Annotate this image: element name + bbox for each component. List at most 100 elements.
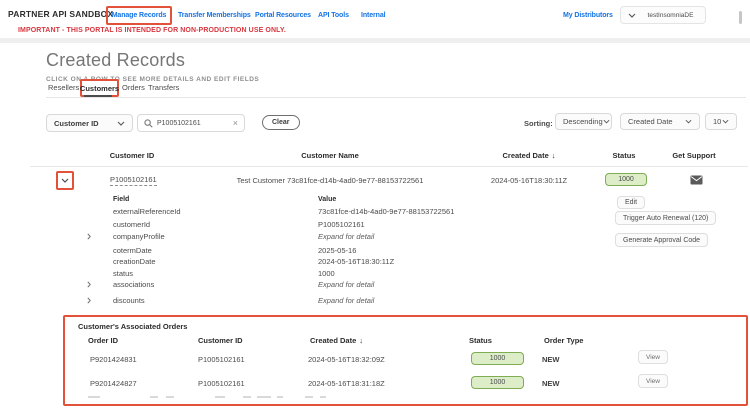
clear-button-label: Clear: [272, 119, 290, 126]
order-customer-id: P1005102161: [198, 379, 245, 388]
chevron-down-icon: [628, 13, 636, 18]
detail-value: 2025-05-16: [318, 246, 356, 255]
detail-field: status: [113, 269, 133, 278]
header-divider: [0, 38, 750, 43]
record-created-date: 2024-05-16T18:30:11Z: [491, 176, 567, 185]
chevron-right-icon[interactable]: [87, 233, 91, 240]
chevron-down-icon: [603, 119, 610, 124]
chevron-down-icon: [722, 119, 729, 124]
view-order-button[interactable]: View: [638, 350, 668, 364]
search-box[interactable]: ×: [137, 114, 245, 132]
order-created-date: 2024-05-16T18:32:09Z: [308, 355, 385, 364]
order-status-badge: 1000: [471, 376, 524, 389]
detail-value-expand-hint: Expand for detail: [318, 280, 374, 289]
associated-orders-title: Customer's Associated Orders: [78, 322, 187, 331]
page-size-value: 10: [713, 117, 721, 126]
status-badge: 1000: [605, 173, 647, 186]
search-field-selected: Customer ID: [54, 119, 99, 128]
order-customer-id: P1005102161: [198, 355, 245, 364]
col-header-customer-id: Customer ID: [110, 151, 155, 160]
detail-value: P1005102161: [318, 220, 365, 229]
nav-transfer-memberships[interactable]: Transfer Memberships: [178, 12, 251, 19]
created-date-header-label: Created Date: [502, 151, 548, 160]
sort-direction-select[interactable]: Descending: [555, 113, 612, 130]
get-support-envelope-icon[interactable]: [690, 175, 703, 185]
order-status-badge: 1000: [471, 352, 524, 365]
distributor-select[interactable]: testInsomniaDE: [620, 6, 706, 24]
detail-value: 73c81fce-d14b-4ad0-9e77-88153722561: [318, 207, 454, 216]
tab-resellers[interactable]: Resellers: [48, 83, 79, 92]
generate-approval-code-button[interactable]: Generate Approval Code: [615, 233, 708, 247]
search-icon: [144, 119, 153, 128]
record-customer-name: Test Customer 73c81fce-d14b-4ad0-9e77-88…: [237, 176, 424, 185]
detail-value: 2024-05-16T18:30:11Z: [318, 257, 394, 266]
row-expand-chevron[interactable]: [56, 171, 74, 190]
order-type: NEW: [542, 355, 560, 364]
detail-value-expand-hint: Expand for detail: [318, 296, 374, 305]
orders-col-created-date[interactable]: Created Date↓: [310, 336, 363, 345]
chevron-down-icon: [685, 119, 692, 124]
detail-field: creationDate: [113, 257, 156, 266]
detail-value: 1000: [318, 269, 335, 278]
detail-field-expandable[interactable]: discounts: [113, 296, 145, 305]
detail-field-expandable[interactable]: associations: [113, 280, 154, 289]
orders-col-order-id: Order ID: [88, 336, 118, 345]
partner-api-sandbox-app: PARTNER API SANDBOX Manage Records Trans…: [0, 0, 750, 408]
chevron-down-icon: [61, 178, 69, 183]
nav-internal[interactable]: Internal: [361, 12, 385, 19]
col-header-customer-name: Customer Name: [301, 151, 359, 160]
nav-manage-records-label: Manage Records: [112, 12, 167, 19]
tab-orders[interactable]: Orders: [122, 83, 145, 92]
orders-col-status: Status: [469, 336, 492, 345]
col-header-status: Status: [613, 151, 636, 160]
tab-transfers[interactable]: Transfers: [148, 83, 179, 92]
clear-button[interactable]: Clear: [262, 115, 300, 130]
app-brand: PARTNER API SANDBOX: [8, 9, 113, 19]
edit-button[interactable]: Edit: [617, 196, 645, 209]
associated-orders-section: Customer's Associated Orders Order ID Cu…: [63, 315, 748, 406]
distributor-selected-value: testInsomniaDE: [636, 12, 705, 19]
record-customer-id-link[interactable]: P1005102161: [110, 175, 157, 186]
order-type: NEW: [542, 379, 560, 388]
detail-field-header: Field: [113, 196, 129, 203]
table-header-divider: [30, 166, 748, 167]
detail-field: cotermDate: [113, 246, 152, 255]
detail-value-header: Value: [318, 196, 336, 203]
detail-field-expandable[interactable]: companyProfile: [113, 232, 165, 241]
search-field-select[interactable]: Customer ID: [46, 114, 133, 132]
sort-field-value: Created Date: [628, 117, 673, 126]
view-order-button[interactable]: View: [638, 374, 668, 388]
nav-api-tools[interactable]: API Tools: [318, 12, 349, 19]
col-header-get-support: Get Support: [672, 151, 715, 160]
order-id: P9201424831: [90, 355, 137, 364]
sort-direction-value: Descending: [563, 117, 603, 126]
page-subtitle: CLICK ON A ROW TO SEE MORE DETAILS AND E…: [46, 76, 259, 83]
sort-field-select[interactable]: Created Date: [620, 113, 700, 130]
tab-customers-label: Customers: [80, 84, 119, 93]
sort-desc-icon: ↓: [552, 151, 556, 160]
scrollbar-thumb[interactable]: [739, 11, 742, 24]
nav-portal-resources[interactable]: Portal Resources: [255, 12, 311, 19]
nav-my-distributors[interactable]: My Distributors: [563, 12, 613, 19]
order-id: P9201424827: [90, 379, 137, 388]
order-created-date: 2024-05-16T18:31:18Z: [308, 379, 385, 388]
orders-col-customer-id: Customer ID: [198, 336, 243, 345]
detail-value-expand-hint: Expand for detail: [318, 232, 374, 241]
tabs-divider: [46, 97, 746, 98]
chevron-right-icon[interactable]: [87, 297, 91, 304]
sort-desc-icon: ↓: [359, 336, 363, 345]
orders-col-order-type: Order Type: [544, 336, 583, 345]
nav-manage-records[interactable]: Manage Records: [106, 6, 172, 25]
col-header-created-date[interactable]: Created Date ↓: [502, 151, 555, 160]
search-input[interactable]: [157, 120, 229, 127]
trigger-auto-renewal-button[interactable]: Trigger Auto Renewal (120): [615, 211, 716, 225]
orders-created-date-label: Created Date: [310, 336, 356, 345]
page-title: Created Records: [46, 50, 185, 71]
detail-field: customerId: [113, 220, 150, 229]
sorting-label: Sorting:: [524, 119, 553, 128]
chevron-down-icon: [117, 121, 125, 126]
page-size-select[interactable]: 10: [705, 113, 737, 130]
warning-banner: IMPORTANT - THIS PORTAL IS INTENDED FOR …: [18, 27, 286, 34]
chevron-right-icon[interactable]: [87, 281, 91, 288]
clear-search-x-icon[interactable]: ×: [233, 119, 238, 128]
